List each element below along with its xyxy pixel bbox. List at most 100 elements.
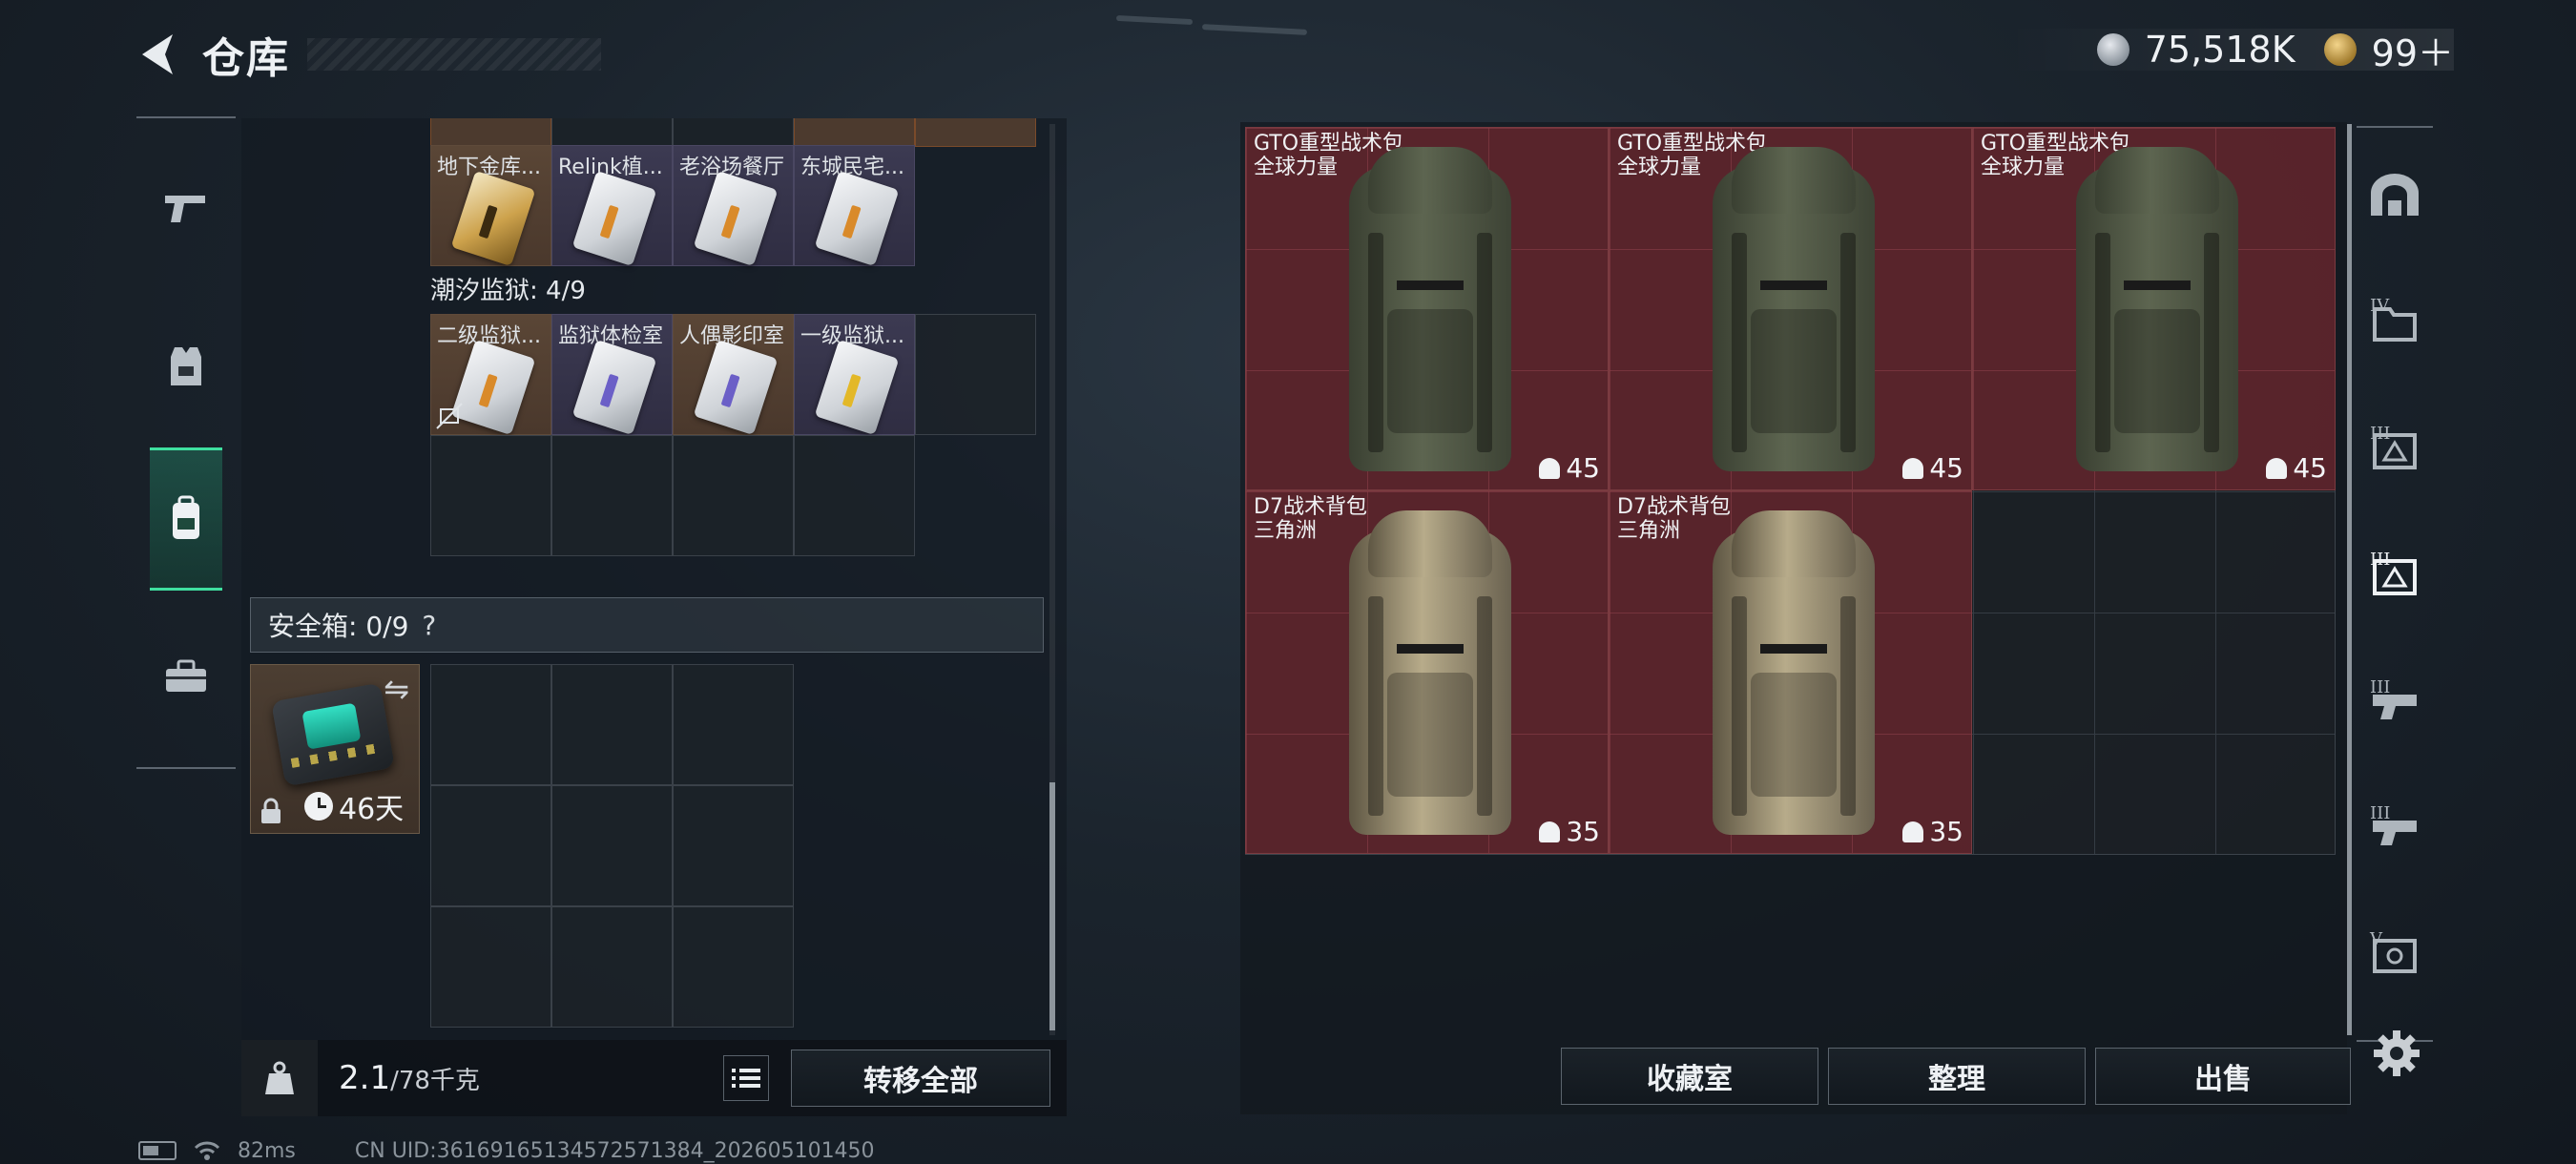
storage-tab-2[interactable]: III (2362, 397, 2427, 502)
keycard-slot[interactable]: Relink植... (551, 145, 673, 267)
ping-text: 82ms (238, 1138, 296, 1163)
keycard-icon (693, 339, 779, 436)
rail-divider (2347, 124, 2352, 1035)
weight-value: 2.1 (339, 1059, 391, 1097)
transfer-all-button[interactable]: 转移全部 (791, 1050, 1050, 1107)
keycard-slot[interactable]: 监狱体检室 (551, 314, 673, 436)
swap-icon[interactable]: ⇋ (384, 671, 409, 707)
empty-slot[interactable] (673, 785, 794, 906)
empty-slot[interactable] (673, 906, 794, 1028)
pistol-icon (165, 196, 205, 222)
tier-label: V (2370, 929, 2382, 949)
keycard-slot[interactable]: 东城民宅... (794, 145, 915, 267)
durability: 35 (1539, 816, 1600, 847)
slot-cell[interactable] (915, 118, 1036, 147)
toolbox-tab[interactable] (150, 605, 222, 748)
vest-icon (171, 347, 201, 385)
keycard-slot[interactable]: 老浴场餐厅 (673, 145, 794, 267)
backpack-image (1349, 147, 1511, 476)
safebox-grid (430, 664, 794, 1028)
empty-slot[interactable] (430, 435, 551, 556)
toolbox-icon (166, 659, 206, 692)
empty-slot[interactable] (551, 906, 673, 1028)
storage-tab-3[interactable]: III (2362, 523, 2427, 628)
backpack-tab[interactable] (150, 447, 222, 591)
empty-slot[interactable] (430, 785, 551, 906)
storage-tab-4[interactable]: III (2362, 651, 2427, 756)
empty-slot[interactable] (551, 785, 673, 906)
empty-slot[interactable] (430, 664, 551, 785)
lock-icon (261, 798, 280, 823)
timer-text: 46天 (339, 793, 405, 826)
safebox-item[interactable]: ⇋ 46天 (250, 664, 420, 834)
empty-slot[interactable] (794, 435, 915, 556)
slot-cell[interactable] (551, 118, 673, 147)
collection-room-button[interactable]: 收藏室 (1561, 1048, 1818, 1105)
arch-icon (2371, 174, 2419, 216)
help-icon[interactable]: ? (422, 610, 436, 641)
storage-tab-1[interactable]: IV (2362, 269, 2427, 374)
battery-icon (138, 1141, 177, 1160)
stash-item[interactable]: D7战术背包 三角洲 35 (1245, 490, 1609, 854)
safe-case-icon (271, 682, 395, 787)
storage-tab-5[interactable]: III (2362, 777, 2427, 882)
helmet-icon (2266, 457, 2288, 479)
prison-section-title: 潮汐监狱: 4/9 (430, 277, 586, 305)
keycard-slot[interactable]: 二级监狱... (430, 314, 551, 436)
keycard-icon (814, 339, 900, 436)
armor-tab[interactable] (150, 295, 222, 438)
stash-item[interactable]: GTO重型战术包 全球力量 45 (1972, 127, 2336, 490)
stash-item[interactable]: GTO重型战术包 全球力量 45 (1609, 127, 1972, 490)
sell-button[interactable]: 出售 (2095, 1048, 2351, 1105)
weight-capacity: /78千克 (390, 1067, 480, 1095)
status-bar: 82ms CN UID:3616916513457257138​4_202605… (138, 1137, 875, 1164)
slot-cell[interactable] (673, 118, 794, 147)
stash-item[interactable]: D7战术背包 三角洲 35 (1609, 490, 1972, 854)
keycard-icon (450, 170, 536, 267)
empty-slot[interactable] (551, 664, 673, 785)
list-view-icon[interactable] (723, 1055, 769, 1101)
header: 仓库 (134, 21, 601, 88)
backpack-icon (173, 495, 199, 539)
background-streak (1115, 14, 1194, 26)
sort-button[interactable]: 整理 (1828, 1048, 2086, 1105)
keycard-icon (571, 170, 657, 267)
empty-slot[interactable] (673, 435, 794, 556)
settings-gear-icon[interactable] (2372, 1029, 2421, 1078)
gold-amount: 99＋ (2371, 31, 2454, 74)
safebox-header: 安全箱: 0/9 ? (250, 597, 1044, 653)
keycard-slot[interactable]: 人偶影印室 (673, 314, 794, 436)
back-arrow-icon[interactable] (134, 28, 181, 81)
container-scrollbar[interactable] (1049, 124, 1055, 1035)
tier-label: IV (2370, 296, 2390, 316)
weapon-tab[interactable] (150, 137, 222, 281)
storage-home-tab[interactable] (2362, 143, 2427, 248)
keycard-icon (571, 339, 657, 436)
currency-display: 75,518K 99＋ (2005, 29, 2454, 74)
page-title: 仓库 (202, 34, 290, 83)
expiry-timer: 46天 (304, 785, 404, 827)
storage-tab-6[interactable]: V (2362, 903, 2427, 1008)
backpack-image (2076, 147, 2238, 476)
empty-slot[interactable] (915, 314, 1036, 435)
helmet-icon (1902, 821, 1924, 842)
empty-slot[interactable] (673, 664, 794, 785)
durability: 45 (1902, 452, 1963, 484)
slot-cell[interactable] (794, 118, 915, 147)
tier-label: III (2370, 803, 2391, 823)
helmet-icon (1539, 457, 1561, 479)
keycard-row-2: 二级监狱... 监狱体检室 人偶影印室 一级监狱... (430, 314, 1036, 436)
background-streak (1201, 24, 1308, 35)
empty-slot[interactable] (551, 435, 673, 556)
empty-row (430, 435, 915, 556)
keycard-slot[interactable]: 地下金库... (430, 145, 551, 267)
backpack-image (1349, 510, 1511, 840)
empty-slot[interactable] (430, 906, 551, 1028)
uid-text: CN UID:3616916513457257138​4_20260510145… (354, 1138, 875, 1163)
slot-cell[interactable] (430, 118, 551, 147)
keycard-slot[interactable]: 一级监狱... (794, 314, 915, 436)
scroll-thumb[interactable] (1049, 782, 1055, 1030)
carry-weight: 2.1/78千克 (339, 1059, 480, 1097)
stash-item[interactable]: GTO重型战术包 全球力量 45 (1245, 127, 1609, 490)
title-stripe (307, 38, 601, 71)
